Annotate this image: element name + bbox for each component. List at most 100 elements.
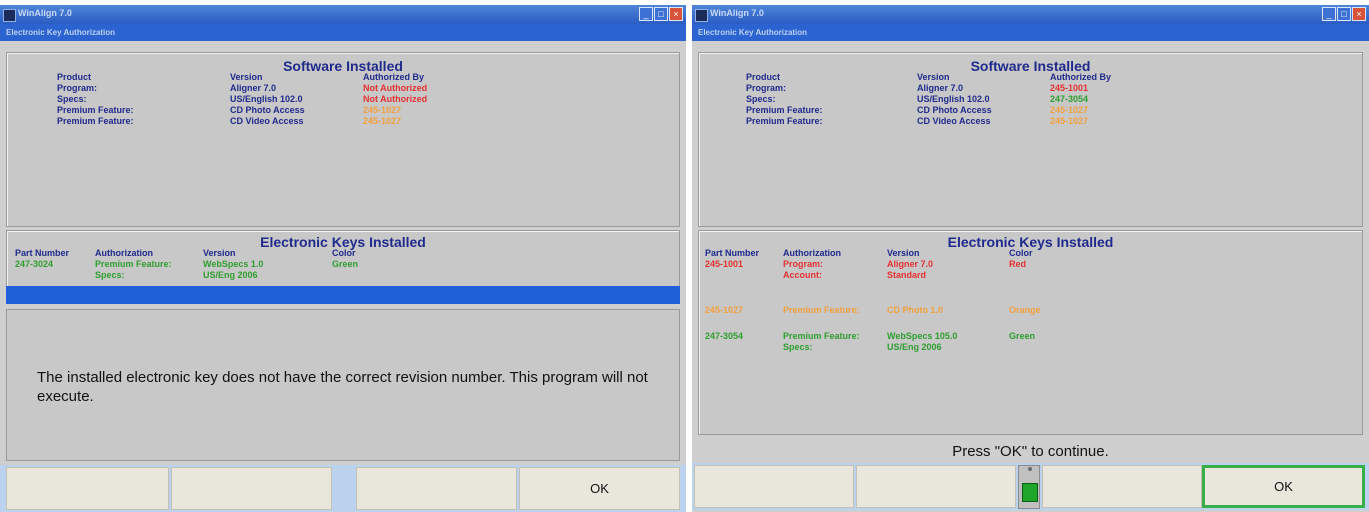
message-panel: The installed electronic key does not ha… (6, 309, 680, 461)
version-cell: WebSpecs 105.0 (887, 331, 958, 341)
color-cell: Green (332, 259, 359, 269)
title-bar: WinAlign 7.0 _ □ × (0, 5, 686, 24)
title-bar: WinAlign 7.0 _ □ × (692, 5, 1369, 24)
col-header-version: Version (230, 72, 263, 82)
part-number-cell: 247-3054 (705, 331, 744, 341)
version-cell: CD Photo Access (917, 105, 992, 115)
version-cell: US/Eng 2006 (203, 270, 258, 280)
authorization-cell: Program: (783, 259, 824, 269)
software-installed-panel: Software Installed Product Version Autho… (6, 52, 680, 227)
product-cell: Specs: (746, 94, 776, 104)
version-cell: CD Photo 1.0 (887, 305, 944, 315)
product-cell: Program: (57, 83, 98, 93)
authorized-by-cell: 245-1027 (1050, 105, 1089, 115)
col-header-color: Color (1009, 248, 1033, 258)
color-cell: Red (1009, 259, 1027, 269)
f1-button[interactable] (694, 465, 854, 508)
col-header-version: Version (203, 248, 236, 258)
authorization-cell: Specs: (783, 342, 813, 352)
col-header-authorization: Authorization (783, 248, 841, 258)
part-number-cell: 247-3024 (15, 259, 54, 269)
product-cell: Premium Feature: (746, 116, 823, 126)
version-cell: WebSpecs 1.0 (203, 259, 264, 269)
dialog-title: Electronic Key Authorization (6, 28, 116, 37)
product-cell: Premium Feature: (57, 105, 134, 115)
version-cell: CD Video Access (230, 116, 304, 126)
f3-button[interactable] (1042, 465, 1202, 508)
dialog-title: Electronic Key Authorization (698, 28, 808, 37)
ok-button[interactable]: OK (1202, 465, 1365, 508)
dialog-title-bar: Electronic Key Authorization (692, 24, 1369, 41)
version-cell: CD Video Access (917, 116, 991, 126)
product-cell: Program: (746, 83, 787, 93)
software-installed-panel: Software Installed Product Version Autho… (698, 52, 1363, 227)
dialog-title-bar: Electronic Key Authorization (0, 24, 686, 41)
authorization-cell: Account: (783, 270, 822, 280)
version-cell: Aligner 7.0 (917, 83, 964, 93)
maximize-icon[interactable]: □ (654, 7, 668, 21)
part-number-cell: 245-1027 (705, 305, 744, 315)
level-slider[interactable] (1018, 465, 1040, 509)
col-header-part-number: Part Number (705, 248, 760, 258)
version-cell: US/English 102.0 (230, 94, 303, 104)
part-number-cell: 245-1001 (705, 259, 744, 269)
product-cell: Premium Feature: (746, 105, 823, 115)
slider-knob-icon (1028, 467, 1032, 471)
authorized-by-cell: 245-1027 (363, 116, 402, 126)
authorized-by-cell: 245-1001 (1050, 83, 1089, 93)
electronic-keys-panel: Electronic Keys Installed Part Number Au… (698, 230, 1363, 435)
version-cell: Aligner 7.0 (887, 259, 934, 269)
col-header-color: Color (332, 248, 356, 258)
ok-button[interactable]: OK (519, 467, 680, 510)
col-header-version: Version (917, 72, 950, 82)
slider-thumb[interactable] (1022, 483, 1038, 503)
electronic-keys-panel: Electronic Keys Installed Part Number Au… (6, 230, 680, 290)
app-icon (3, 9, 16, 22)
message-title-bar (6, 286, 680, 304)
version-cell: Aligner 7.0 (230, 83, 277, 93)
authorized-by-cell: 247-3054 (1050, 94, 1089, 104)
continue-prompt: Press "OK" to continue. (952, 443, 1109, 460)
col-header-authorized-by: Authorized By (363, 72, 425, 82)
f2-button[interactable] (171, 467, 332, 510)
version-cell: US/Eng 2006 (887, 342, 942, 352)
authorized-by-cell: Not Authorized (363, 94, 428, 104)
right-window: WinAlign 7.0 _ □ × Electronic Key Author… (692, 5, 1369, 512)
product-cell: Specs: (57, 94, 87, 104)
close-icon[interactable]: × (669, 7, 683, 21)
function-button-bar: OK (0, 465, 686, 512)
authorization-cell: Premium Feature: (95, 259, 172, 269)
close-icon[interactable]: × (1352, 7, 1366, 21)
col-header-product: Product (746, 72, 781, 82)
version-cell: US/English 102.0 (917, 94, 990, 104)
color-cell: Green (1009, 331, 1036, 341)
version-cell: Standard (887, 270, 927, 280)
authorized-by-cell: 245-1027 (1050, 116, 1089, 126)
error-message: The installed electronic key does not ha… (37, 369, 648, 405)
minimize-icon[interactable]: _ (1322, 7, 1336, 21)
software-installed-title: Software Installed (970, 58, 1091, 74)
authorized-by-cell: 245-1027 (363, 105, 402, 115)
function-button-bar: OK (692, 463, 1369, 510)
version-cell: CD Photo Access (230, 105, 305, 115)
f3-button[interactable] (356, 467, 517, 510)
app-icon (695, 9, 708, 22)
col-header-product: Product (57, 72, 92, 82)
authorization-cell: Premium Feature: (783, 305, 860, 315)
f2-button[interactable] (856, 465, 1016, 508)
col-header-part-number: Part Number (15, 248, 70, 258)
f1-button[interactable] (6, 467, 169, 510)
left-window: WinAlign 7.0 _ □ × Electronic Key Author… (0, 5, 686, 512)
col-header-authorization: Authorization (95, 248, 153, 258)
product-cell: Premium Feature: (57, 116, 134, 126)
window-title: WinAlign 7.0 (710, 8, 764, 18)
authorization-cell: Specs: (95, 270, 125, 280)
authorization-cell: Premium Feature: (783, 331, 860, 341)
maximize-icon[interactable]: □ (1337, 7, 1351, 21)
authorized-by-cell: Not Authorized (363, 83, 428, 93)
window-title: WinAlign 7.0 (18, 8, 72, 18)
color-cell: Orange (1009, 305, 1041, 315)
minimize-icon[interactable]: _ (639, 7, 653, 21)
col-header-version: Version (887, 248, 920, 258)
software-installed-title: Software Installed (283, 58, 403, 74)
